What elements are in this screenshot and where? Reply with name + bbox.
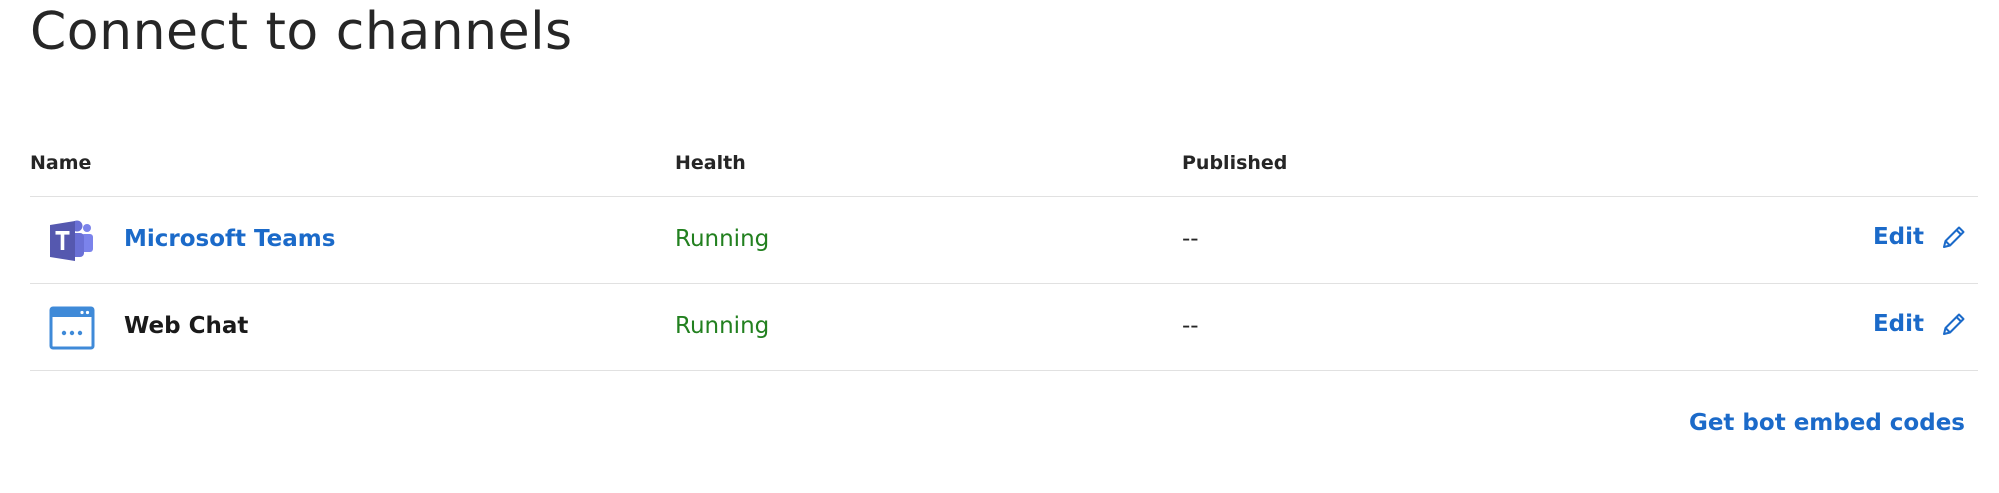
- edit-label: Edit: [1872, 311, 1924, 337]
- channel-link-microsoft-teams[interactable]: Microsoft Teams: [124, 226, 335, 252]
- edit-label: Edit: [1872, 224, 1924, 250]
- get-bot-embed-codes-link[interactable]: Get bot embed codes: [1689, 410, 1965, 436]
- health-status: Running: [675, 313, 770, 339]
- published-value: --: [1182, 226, 1199, 252]
- edit-button-microsoft-teams[interactable]: Edit: [1873, 223, 1968, 251]
- published-value: --: [1182, 313, 1199, 339]
- health-status: Running: [675, 226, 770, 252]
- connect-channels-page: Connect to channels Name Health Publishe…: [0, 0, 1999, 493]
- microsoft-teams-icon: [50, 220, 93, 261]
- web-chat-icon: [49, 306, 95, 350]
- column-header-name: Name: [30, 152, 92, 174]
- table-row-web-chat: Web Chat Running -- Edit: [30, 284, 1978, 371]
- channel-name-web-chat: Web Chat: [124, 313, 249, 339]
- page-title: Connect to channels: [30, 2, 573, 62]
- pencil-icon: [1943, 313, 1965, 335]
- pencil-icon: [1943, 226, 1965, 248]
- edit-button-web-chat[interactable]: Edit: [1873, 310, 1968, 338]
- table-row-microsoft-teams: Microsoft Teams Running -- Edit: [30, 197, 1978, 284]
- table-header: Name Health Published: [30, 140, 1978, 197]
- channels-table: Name Health Published Microsoft Teams Ru…: [30, 140, 1978, 371]
- column-header-health: Health: [675, 152, 746, 174]
- column-header-published: Published: [1182, 152, 1288, 174]
